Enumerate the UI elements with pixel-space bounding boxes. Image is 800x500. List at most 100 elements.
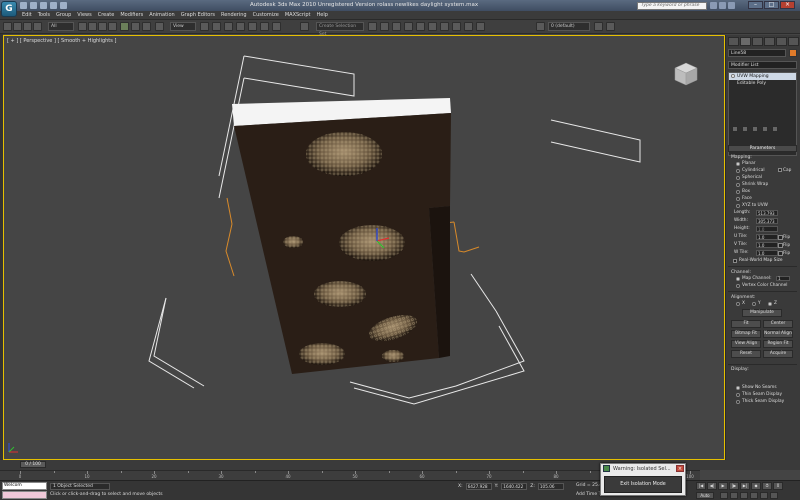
fit-button[interactable]: Fit bbox=[731, 320, 761, 328]
material-editor-icon[interactable] bbox=[440, 22, 449, 31]
snap-toggle-icon[interactable] bbox=[236, 22, 245, 31]
align-y-radio[interactable]: Y bbox=[744, 300, 761, 307]
lightbulb-icon[interactable] bbox=[731, 74, 735, 78]
mapping-shrink-wrap-radio[interactable]: Shrink Wrap bbox=[728, 181, 797, 188]
window-crossing-icon[interactable] bbox=[108, 22, 117, 31]
percent-snap-icon[interactable] bbox=[260, 22, 269, 31]
mapping-face-radio[interactable]: Face bbox=[728, 195, 797, 202]
angle-snap-icon[interactable] bbox=[248, 22, 257, 31]
manipulate-button[interactable]: Manipulate bbox=[742, 309, 782, 317]
edit-named-selection-icon[interactable] bbox=[300, 22, 309, 31]
maxscript-input[interactable] bbox=[2, 491, 47, 499]
view-align-button[interactable]: View Align bbox=[731, 340, 761, 348]
redo-tool-icon[interactable] bbox=[13, 22, 22, 31]
maximize-button[interactable]: □ bbox=[764, 1, 779, 9]
align-z-radio[interactable]: Z bbox=[760, 300, 777, 307]
next-frame-icon[interactable]: |▶ bbox=[729, 482, 739, 490]
exit-isolation-mode-button[interactable]: Exit Isolation Mode bbox=[604, 476, 682, 493]
layer-select-icon[interactable] bbox=[606, 22, 615, 31]
menu-modifiers[interactable]: Modifiers bbox=[120, 12, 143, 18]
menu-tools[interactable]: Tools bbox=[38, 12, 50, 18]
menu-customize[interactable]: Customize bbox=[253, 12, 279, 18]
time-slider[interactable]: 0 / 100 bbox=[20, 461, 46, 468]
create-tab-icon[interactable] bbox=[728, 37, 739, 46]
warning-close-button[interactable]: × bbox=[676, 465, 684, 472]
rect-region-icon[interactable] bbox=[98, 22, 107, 31]
menu-maxscript[interactable]: MAXScript bbox=[285, 12, 311, 18]
stack-item-editable-poly[interactable]: Editable Poly bbox=[729, 80, 796, 87]
new-icon[interactable] bbox=[20, 2, 27, 9]
minimize-button[interactable]: – bbox=[748, 1, 763, 9]
modifier-list-dropdown[interactable]: Modifier List bbox=[728, 61, 797, 69]
vtile-field[interactable]: 1.0 bbox=[756, 242, 778, 248]
star-icon[interactable] bbox=[719, 2, 726, 9]
maxscript-listener[interactable]: Welcom bbox=[2, 481, 47, 500]
zoom-extents-icon[interactable] bbox=[740, 492, 748, 499]
remove-modifier-icon[interactable] bbox=[762, 126, 768, 132]
layer-add-icon[interactable] bbox=[594, 22, 603, 31]
mirror-icon[interactable] bbox=[368, 22, 377, 31]
render-icon[interactable] bbox=[476, 22, 485, 31]
reset-button[interactable]: Reset bbox=[731, 350, 761, 358]
width-field[interactable]: 305.373 bbox=[756, 218, 778, 224]
rendered-frame-icon[interactable] bbox=[464, 22, 473, 31]
v-flip-checkbox[interactable]: Flip bbox=[777, 241, 790, 249]
search-input[interactable]: Type a keyword or phrase bbox=[637, 2, 707, 10]
motion-tab-icon[interactable] bbox=[764, 37, 775, 46]
thin-seam-display-radio[interactable]: Thin Seam Display bbox=[728, 391, 797, 398]
layer-icon[interactable] bbox=[536, 22, 545, 31]
parameters-rollout-title[interactable]: Parameters bbox=[728, 145, 797, 152]
cap-checkbox[interactable]: Cap bbox=[778, 167, 791, 174]
hierarchy-tab-icon[interactable] bbox=[752, 37, 763, 46]
pivot-icon[interactable] bbox=[155, 22, 164, 31]
selection-filter-dropdown[interactable]: All bbox=[48, 22, 74, 31]
wtile-field[interactable]: 1.0 bbox=[756, 250, 778, 256]
vertex-color-channel-radio[interactable]: Vertex Color Channel bbox=[728, 282, 797, 289]
menu-graph-editors[interactable]: Graph Editors bbox=[181, 12, 215, 18]
layer-dropdown[interactable]: 0 (default) bbox=[548, 22, 590, 31]
bitmap-fit-button[interactable]: Bitmap Fit bbox=[731, 330, 761, 338]
mapping-spherical-radio[interactable]: Spherical bbox=[728, 174, 797, 181]
close-button[interactable]: × bbox=[780, 1, 795, 9]
go-to-end-icon[interactable]: ▶| bbox=[740, 482, 750, 490]
track-bar[interactable]: 0102030405060708090100 bbox=[0, 470, 700, 480]
region-fit-button[interactable]: Region Fit bbox=[763, 340, 793, 348]
curve-editor-icon[interactable] bbox=[416, 22, 425, 31]
play-icon[interactable]: ▶ bbox=[718, 482, 728, 490]
layer-manager-icon[interactable] bbox=[392, 22, 401, 31]
u-flip-checkbox[interactable]: Flip bbox=[777, 233, 790, 241]
select-by-name-icon[interactable] bbox=[88, 22, 97, 31]
mapping-xyz-to-uvw-radio[interactable]: XYZ to UVW bbox=[728, 202, 797, 209]
align-icon[interactable] bbox=[380, 22, 389, 31]
acquire-button[interactable]: Acquire bbox=[763, 350, 793, 358]
mapping-cylindrical-radio[interactable]: Cylindrical Cap bbox=[728, 167, 797, 174]
time-config-icon[interactable]: ⏱ bbox=[762, 482, 772, 490]
x-coordinate-field[interactable]: 6427.928 bbox=[465, 483, 492, 490]
spinner-snap-icon[interactable] bbox=[272, 22, 281, 31]
object-name-field[interactable]: Line58 bbox=[728, 49, 786, 57]
configure-modifier-sets-icon[interactable] bbox=[772, 126, 778, 132]
undo-tool-icon[interactable] bbox=[3, 22, 12, 31]
maximize-viewport-icon[interactable] bbox=[770, 492, 778, 499]
maxscript-output[interactable]: Welcom bbox=[2, 482, 47, 490]
display-tab-icon[interactable] bbox=[776, 37, 787, 46]
pan-icon[interactable] bbox=[750, 492, 758, 499]
y-coordinate-field[interactable]: 1640.422 bbox=[501, 483, 528, 490]
mapping-planar-radio[interactable]: Planar bbox=[728, 160, 797, 167]
prev-frame-icon[interactable]: ◀| bbox=[707, 482, 717, 490]
keyboard-shortcut-icon[interactable] bbox=[224, 22, 233, 31]
redo-icon[interactable] bbox=[60, 2, 67, 9]
graphite-icon[interactable] bbox=[404, 22, 413, 31]
menu-edit[interactable]: Edit bbox=[22, 12, 32, 18]
map-channel-radio[interactable]: Map Channel: 1 bbox=[728, 275, 797, 282]
app-logo-button[interactable]: G bbox=[1, 1, 17, 17]
real-world-map-size-checkbox[interactable]: Real-World Map Size bbox=[728, 257, 797, 264]
map-channel-field[interactable]: 1 bbox=[776, 276, 790, 281]
menu-views[interactable]: Views bbox=[77, 12, 91, 18]
menu-create[interactable]: Create bbox=[98, 12, 115, 18]
z-coordinate-field[interactable]: 105.06 bbox=[537, 483, 564, 490]
pin-stack-icon[interactable] bbox=[732, 126, 738, 132]
mapping-box-radio[interactable]: Box bbox=[728, 188, 797, 195]
object-color-swatch[interactable] bbox=[789, 49, 797, 57]
align-x-radio[interactable]: X bbox=[728, 300, 745, 307]
